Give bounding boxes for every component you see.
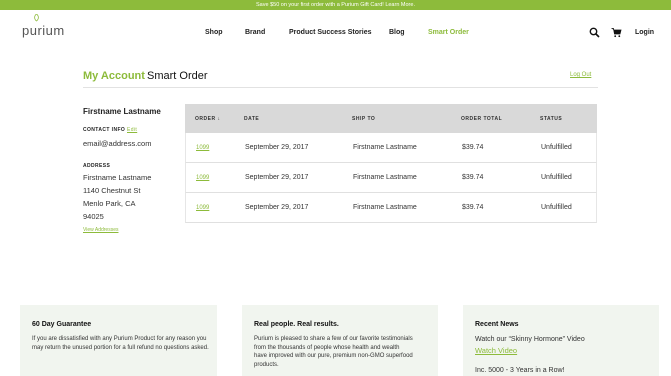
- search-icon[interactable]: [589, 27, 600, 38]
- guarantee-title: 60 Day Guarantee: [32, 321, 92, 328]
- order-number-link[interactable]: 1099: [196, 205, 209, 211]
- address-line: Firstname Lastname: [83, 173, 152, 182]
- order-total: $39.74: [462, 174, 484, 181]
- promo-banner[interactable]: Save $50 on your first order with a Puri…: [0, 0, 671, 10]
- order-date: September 29, 2017: [245, 144, 309, 151]
- logout-link[interactable]: Log Out: [570, 72, 591, 78]
- tab-smart-order[interactable]: Smart Order: [147, 70, 208, 82]
- profile-email: email@address.com: [83, 139, 152, 148]
- logo-leaf-icon: [34, 14, 39, 22]
- login-link[interactable]: Login: [635, 29, 654, 36]
- tab-divider: [83, 87, 598, 88]
- order-total: $39.74: [462, 204, 484, 211]
- orders-table: ORDER ↓ DATE SHIP TO ORDER TOTAL STATUS …: [185, 104, 597, 223]
- logo[interactable]: purium: [22, 23, 65, 38]
- column-header-order[interactable]: ORDER ↓: [195, 116, 220, 122]
- order-status: Unfulfilled: [541, 174, 572, 181]
- news-line-2: Inc. 5000 - 3 Years in a Row!: [475, 367, 565, 374]
- nav-product-success-stories[interactable]: Product Success Stories: [289, 29, 371, 36]
- table-row: 1099 September 29, 2017 Firstname Lastna…: [185, 193, 597, 223]
- guarantee-text: If you are dissatisfied with any Purium …: [32, 336, 209, 351]
- guarantee-box: 60 Day Guarantee If you are dissatisfied…: [20, 305, 217, 376]
- order-number-link[interactable]: 1099: [196, 145, 209, 151]
- address-label: ADDRESS: [83, 163, 111, 169]
- column-header-ship-to: SHIP TO: [352, 116, 376, 122]
- order-ship-to: Firstname Lastname: [353, 174, 417, 181]
- order-status: Unfulfilled: [541, 204, 572, 211]
- address-line: Menlo Park, CA: [83, 199, 136, 208]
- contact-info-label: CONTACT INFO Edit: [83, 127, 137, 133]
- recent-news-title: Recent News: [475, 321, 519, 328]
- column-header-date: DATE: [244, 116, 260, 122]
- cart-icon[interactable]: [611, 27, 622, 38]
- column-header-order-total: ORDER TOTAL: [461, 116, 503, 122]
- view-addresses-link[interactable]: View Addresses: [83, 227, 118, 233]
- real-people-text: Purium is pleased to share a few of our …: [254, 336, 413, 368]
- nav-shop[interactable]: Shop: [205, 29, 223, 36]
- table-row: 1099 September 29, 2017 Firstname Lastna…: [185, 133, 597, 163]
- nav-brand[interactable]: Brand: [245, 29, 265, 36]
- news-line: Watch our “Skinny Hormone” Video: [475, 336, 585, 343]
- edit-contact-link[interactable]: Edit: [127, 127, 137, 133]
- profile-name: Firstname Lastname: [83, 107, 161, 116]
- site-header: purium Shop Brand Product Success Storie…: [0, 10, 671, 46]
- contact-info-heading: CONTACT INFO: [83, 127, 126, 133]
- table-row: 1099 September 29, 2017 Firstname Lastna…: [185, 163, 597, 193]
- address-line: 94025: [83, 212, 104, 221]
- order-date: September 29, 2017: [245, 204, 309, 211]
- order-total: $39.74: [462, 144, 484, 151]
- column-header-status: STATUS: [540, 116, 563, 122]
- order-number-link[interactable]: 1099: [196, 175, 209, 181]
- nav-blog[interactable]: Blog: [389, 29, 405, 36]
- recent-news-box: Recent News Watch our “Skinny Hormone” V…: [463, 305, 659, 376]
- table-header: ORDER ↓ DATE SHIP TO ORDER TOTAL STATUS: [185, 104, 597, 133]
- order-ship-to: Firstname Lastname: [353, 144, 417, 151]
- order-status: Unfulfilled: [541, 144, 572, 151]
- tab-my-account[interactable]: My Account: [83, 70, 145, 82]
- watch-video-link[interactable]: Watch Video: [475, 346, 517, 356]
- order-ship-to: Firstname Lastname: [353, 204, 417, 211]
- real-people-title: Real people. Real results.: [254, 321, 339, 328]
- nav-smart-order[interactable]: Smart Order: [428, 29, 469, 36]
- address-line: 1140 Chestnut St: [83, 186, 141, 195]
- order-date: September 29, 2017: [245, 174, 309, 181]
- real-people-box: Real people. Real results. Purium is ple…: [242, 305, 438, 376]
